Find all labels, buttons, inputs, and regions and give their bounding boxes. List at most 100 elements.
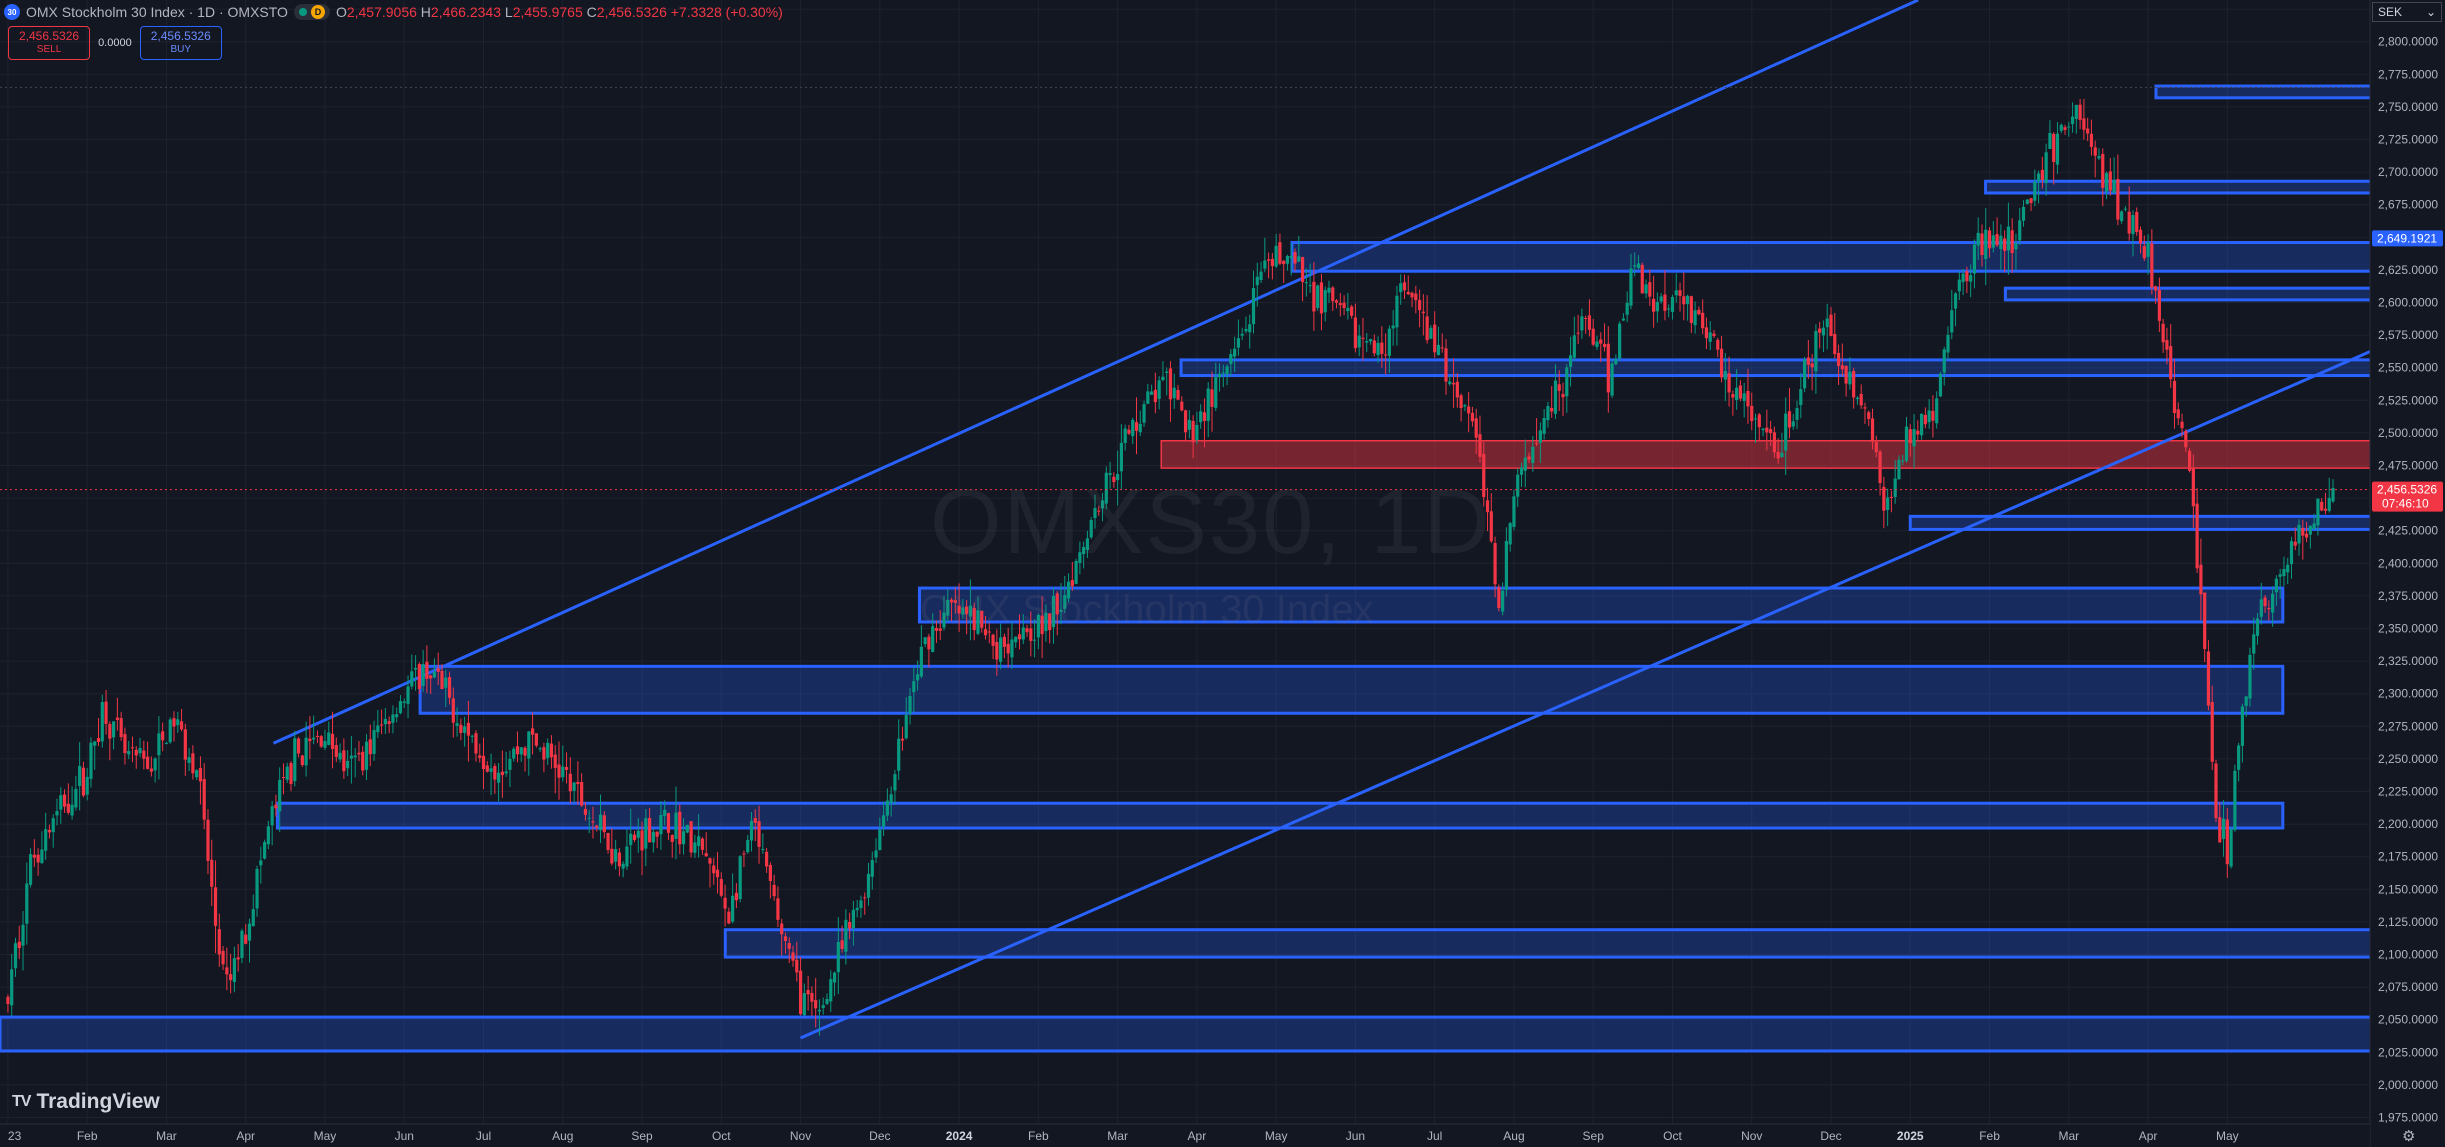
candle — [361, 746, 365, 776]
price-tick-label: 2,050.0000 — [2378, 1013, 2438, 1027]
candle-body — [761, 849, 765, 851]
candle-body — [2052, 133, 2056, 163]
candle-body — [1376, 342, 1380, 356]
candle — [1146, 383, 1150, 405]
candle — [1127, 424, 1131, 436]
time-tick-label: Dec — [1820, 1129, 1841, 1143]
tradingview-logo[interactable]: TV TradingView — [12, 1090, 160, 1114]
candle-body — [1791, 421, 1795, 427]
price-tick-label: 2,350.0000 — [2378, 622, 2438, 636]
candle-body — [712, 865, 716, 874]
candle — [715, 851, 720, 894]
currency-selector[interactable]: SEK ⌄ — [2372, 2, 2442, 22]
candle-body — [2176, 409, 2180, 419]
candle — [1927, 399, 1931, 429]
candle — [1606, 326, 1610, 413]
candle — [1935, 391, 1939, 429]
candle-body — [727, 911, 731, 924]
candle-body — [610, 848, 614, 864]
candle — [2108, 157, 2112, 196]
candle — [481, 737, 486, 790]
candle — [289, 760, 293, 792]
candle-body — [632, 834, 637, 841]
candle — [863, 892, 867, 915]
buy-button[interactable]: 2,456.5326 BUY — [139, 26, 222, 60]
candle-body — [244, 934, 248, 944]
candle — [236, 944, 240, 972]
candle-body — [859, 900, 863, 908]
candle-body — [2157, 289, 2161, 321]
candle-body — [1010, 639, 1014, 658]
candle — [266, 820, 270, 850]
candle-body — [1757, 414, 1761, 428]
candle-body — [512, 748, 516, 759]
candle — [1882, 476, 1886, 529]
candle — [1161, 361, 1165, 382]
candle — [2074, 104, 2078, 134]
candle — [78, 742, 82, 811]
candle-body — [112, 721, 116, 738]
candle — [870, 851, 874, 890]
candle-body — [323, 741, 327, 748]
price-tick-label: 2,325.0000 — [2378, 654, 2438, 668]
candle-body — [1421, 311, 1425, 314]
candle-body — [1919, 413, 1924, 436]
candle — [670, 834, 674, 858]
candle — [1663, 270, 1667, 321]
candle — [2127, 186, 2131, 241]
candle — [2229, 827, 2233, 869]
candle — [1950, 289, 1954, 340]
candle — [1836, 344, 1841, 385]
candle — [368, 724, 372, 767]
candle-body — [1995, 234, 1999, 246]
candle-body — [1384, 354, 1388, 356]
gear-icon[interactable]: ⚙ — [2402, 1127, 2415, 1145]
market-status-pill[interactable]: D — [293, 4, 330, 20]
candle-body — [1474, 418, 1478, 438]
candle-body — [1689, 296, 1693, 324]
candle-body — [376, 725, 380, 733]
candle — [28, 848, 33, 888]
candle-body — [1682, 296, 1686, 305]
candle — [1395, 285, 1399, 346]
candle — [685, 824, 689, 834]
candle-body — [236, 957, 240, 960]
change-value: +7.3328 (+0.30%) — [670, 4, 783, 20]
candle-body — [561, 766, 565, 778]
market-open-icon — [298, 8, 307, 16]
candle-body — [470, 735, 474, 737]
candle-body — [2063, 127, 2067, 130]
ohlc-readout: O2,457.9056 H2,466.2343 L2,455.9765 C2,4… — [335, 4, 783, 20]
candle-body — [1199, 411, 1203, 423]
candle — [1440, 333, 1444, 353]
candle-body — [421, 664, 425, 686]
candle — [764, 847, 769, 873]
symbol-title[interactable]: OMX Stockholm 30 Index · 1D · OMXSTO — [26, 4, 288, 20]
candle-body — [372, 730, 376, 754]
candle-body — [1229, 354, 1233, 365]
candle — [51, 814, 55, 848]
sell-button[interactable]: 2,456.5326 SELL — [8, 26, 91, 60]
candle — [1602, 323, 1607, 352]
candle — [2320, 497, 2324, 512]
candle — [2048, 120, 2052, 150]
candle-body — [2244, 696, 2248, 706]
candle-body — [1070, 580, 1074, 587]
candle-body — [783, 936, 788, 941]
candle — [632, 830, 637, 843]
candle-body — [806, 989, 810, 995]
candle — [44, 812, 48, 860]
candle-body — [2078, 104, 2082, 120]
candle — [1712, 329, 1716, 338]
symbol-badge[interactable]: 30 — [4, 4, 20, 20]
candle — [17, 925, 21, 959]
candle-body — [897, 738, 901, 771]
time-axis: 23 Feb Mar Apr May Jun Jul Aug Sep Oct Nov Dec 2024 F… — [0, 1123, 2370, 1147]
candle — [561, 745, 565, 782]
candle — [897, 719, 901, 780]
candle — [1195, 411, 1199, 444]
candle — [1655, 292, 1659, 323]
candle — [1833, 312, 1837, 359]
candle-body — [1308, 285, 1312, 287]
candle-body — [1568, 355, 1573, 367]
